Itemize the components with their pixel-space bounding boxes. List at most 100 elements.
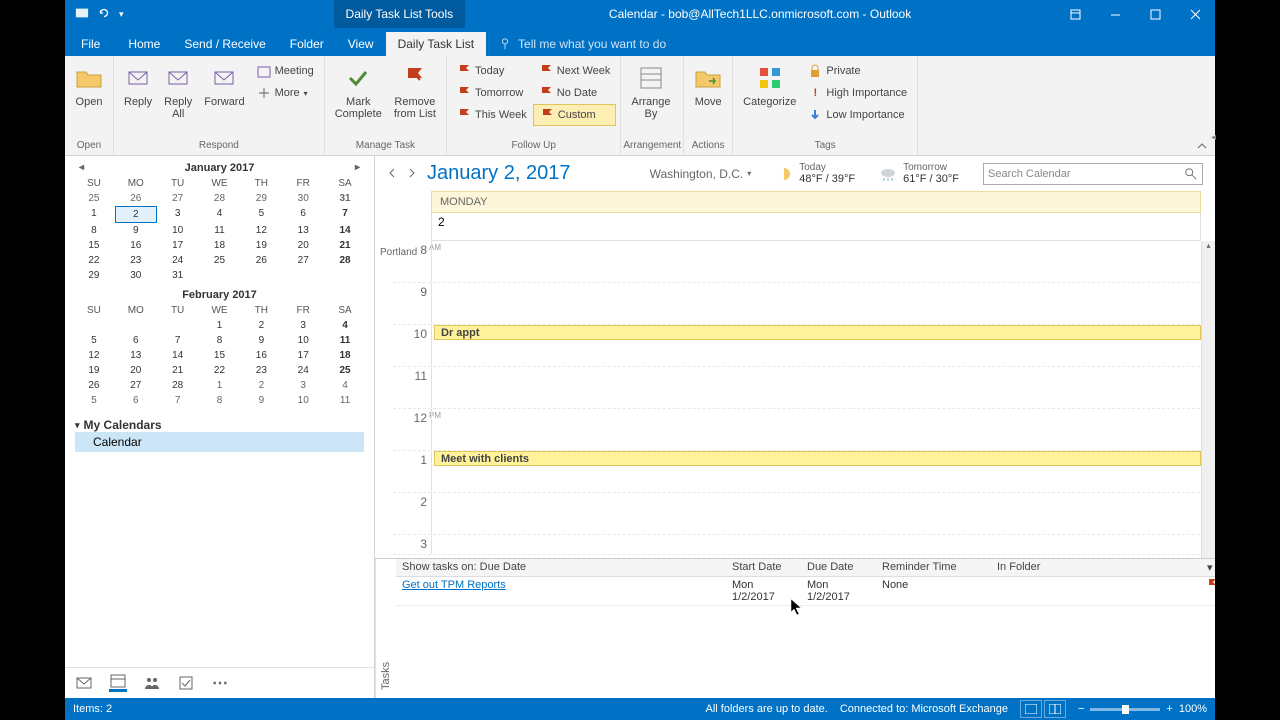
date-cell[interactable]: 8 bbox=[199, 393, 241, 408]
zoom-slider[interactable] bbox=[1090, 708, 1160, 711]
date-cell[interactable]: 12 bbox=[73, 348, 115, 363]
view-reading-icon[interactable] bbox=[1044, 700, 1066, 718]
low-importance-button[interactable]: Low Importance bbox=[802, 104, 913, 126]
date-cell[interactable]: 8 bbox=[73, 223, 115, 238]
date-cell[interactable]: 26 bbox=[73, 378, 115, 393]
date-cell[interactable]: 18 bbox=[199, 238, 241, 253]
date-cell[interactable]: 28 bbox=[324, 253, 366, 268]
arrange-by-button[interactable]: Arrange By bbox=[625, 60, 676, 122]
date-cell[interactable]: 24 bbox=[157, 253, 199, 268]
date-cell[interactable]: 22 bbox=[199, 363, 241, 378]
date-cell[interactable]: 14 bbox=[157, 348, 199, 363]
date-cell[interactable]: 17 bbox=[157, 238, 199, 253]
date-cell[interactable]: 21 bbox=[157, 363, 199, 378]
date-cell[interactable]: 26 bbox=[240, 253, 282, 268]
date-cell[interactable]: 4 bbox=[324, 318, 366, 333]
open-button[interactable]: Open bbox=[69, 60, 109, 110]
date-cell[interactable]: 3 bbox=[157, 206, 199, 223]
date-cell[interactable]: 19 bbox=[73, 363, 115, 378]
tell-me-box[interactable]: Tell me what you want to do bbox=[486, 32, 678, 56]
date-cell[interactable]: 1 bbox=[199, 378, 241, 393]
date-cell[interactable]: 23 bbox=[115, 253, 157, 268]
no-date-flag[interactable]: No Date bbox=[533, 82, 617, 104]
minimize-button[interactable] bbox=[1095, 0, 1135, 28]
view-normal-icon[interactable] bbox=[1020, 700, 1042, 718]
date-cell[interactable]: 20 bbox=[115, 363, 157, 378]
tab-folder[interactable]: Folder bbox=[278, 32, 336, 56]
task-flag-icon[interactable] bbox=[1201, 577, 1215, 605]
date-cell[interactable]: 18 bbox=[324, 348, 366, 363]
qa-customize[interactable]: ▾ bbox=[119, 9, 124, 20]
date-cell[interactable]: 11 bbox=[324, 393, 366, 408]
collapse-ribbon-icon[interactable] bbox=[1195, 139, 1209, 153]
col-in-folder[interactable]: In Folder bbox=[991, 559, 1201, 576]
calendar-nav-icon[interactable] bbox=[109, 674, 127, 692]
date-cell[interactable]: 9 bbox=[115, 223, 157, 238]
date-cell[interactable]: 27 bbox=[115, 378, 157, 393]
date-cell[interactable]: 16 bbox=[115, 238, 157, 253]
meeting-button[interactable]: Meeting bbox=[251, 60, 320, 82]
date-cell[interactable]: 15 bbox=[73, 238, 115, 253]
date-cell[interactable]: 28 bbox=[157, 378, 199, 393]
search-calendar-input[interactable]: Search Calendar bbox=[983, 163, 1203, 185]
date-cell[interactable]: 14 bbox=[324, 223, 366, 238]
date-cell[interactable]: 31 bbox=[157, 268, 199, 283]
prev-day-icon[interactable] bbox=[387, 165, 397, 183]
forward-button[interactable]: Forward bbox=[198, 60, 250, 110]
date-cell[interactable]: 29 bbox=[240, 191, 282, 206]
date-cell[interactable]: 2 bbox=[240, 378, 282, 393]
private-button[interactable]: Private bbox=[802, 60, 913, 82]
move-button[interactable]: Move bbox=[688, 60, 728, 110]
task-columns-dropdown[interactable]: ▾ bbox=[1201, 559, 1215, 576]
undo-icon[interactable] bbox=[97, 6, 111, 23]
date-cell[interactable]: 2 bbox=[240, 318, 282, 333]
tasks-filter[interactable]: Show tasks on: Due Date bbox=[396, 559, 726, 576]
task-row[interactable]: Get out TPM Reports Mon 1/2/2017 Mon 1/2… bbox=[396, 577, 1215, 606]
date-cell[interactable]: 5 bbox=[73, 333, 115, 348]
date-cell[interactable]: 13 bbox=[115, 348, 157, 363]
date-cell[interactable]: 31 bbox=[324, 191, 366, 206]
date-cell[interactable]: 29 bbox=[73, 268, 115, 283]
date-cell[interactable]: 20 bbox=[282, 238, 324, 253]
date-cell[interactable]: 12 bbox=[240, 223, 282, 238]
my-calendars-header[interactable]: My Calendars bbox=[75, 418, 364, 432]
date-cell[interactable]: 25 bbox=[199, 253, 241, 268]
people-nav-icon[interactable] bbox=[143, 674, 161, 692]
date-cell[interactable]: 27 bbox=[282, 253, 324, 268]
date-cell[interactable]: 24 bbox=[282, 363, 324, 378]
next-day-icon[interactable] bbox=[407, 165, 417, 183]
maximize-button[interactable] bbox=[1135, 0, 1175, 28]
categorize-button[interactable]: Categorize bbox=[737, 60, 802, 110]
date-cell[interactable]: 25 bbox=[324, 363, 366, 378]
col-due-date[interactable]: Due Date bbox=[801, 559, 876, 576]
mark-complete-button[interactable]: Mark Complete bbox=[329, 60, 388, 122]
high-importance-button[interactable]: !High Importance bbox=[802, 82, 913, 104]
zoom-control[interactable]: − + 100% bbox=[1078, 703, 1207, 715]
date-cell[interactable]: 6 bbox=[115, 393, 157, 408]
appt-meet[interactable]: Meet with clients bbox=[434, 451, 1201, 466]
date-cell[interactable]: 15 bbox=[199, 348, 241, 363]
weather-location[interactable]: Washington, D.C. ▾ bbox=[650, 167, 752, 181]
date-cell[interactable]: 3 bbox=[282, 318, 324, 333]
appt-dr[interactable]: Dr appt bbox=[434, 325, 1201, 340]
date-cell[interactable]: 23 bbox=[240, 363, 282, 378]
date-cell[interactable]: 9 bbox=[240, 333, 282, 348]
date-cell[interactable]: 3 bbox=[282, 378, 324, 393]
reply-button[interactable]: Reply bbox=[118, 60, 158, 110]
col-start-date[interactable]: Start Date bbox=[726, 559, 801, 576]
scrollbar[interactable]: ▴ bbox=[1201, 241, 1215, 558]
next-month-icon[interactable]: ▸ bbox=[355, 162, 360, 173]
prev-month-icon[interactable]: ◂ bbox=[79, 162, 84, 173]
date-cell[interactable]: 10 bbox=[157, 223, 199, 238]
date-cell[interactable]: 8 bbox=[199, 333, 241, 348]
date-cell[interactable]: 1 bbox=[73, 206, 115, 223]
zoom-in-icon[interactable]: + bbox=[1166, 703, 1172, 715]
tab-home[interactable]: Home bbox=[116, 32, 172, 56]
date-cell[interactable]: 30 bbox=[115, 268, 157, 283]
tab-send-receive[interactable]: Send / Receive bbox=[172, 32, 277, 56]
date-cell[interactable]: 26 bbox=[115, 191, 157, 206]
date-cell[interactable]: 11 bbox=[324, 333, 366, 348]
zoom-out-icon[interactable]: − bbox=[1078, 703, 1084, 715]
date-cell[interactable]: 4 bbox=[199, 206, 241, 223]
date-cell[interactable]: 2 bbox=[115, 206, 157, 223]
